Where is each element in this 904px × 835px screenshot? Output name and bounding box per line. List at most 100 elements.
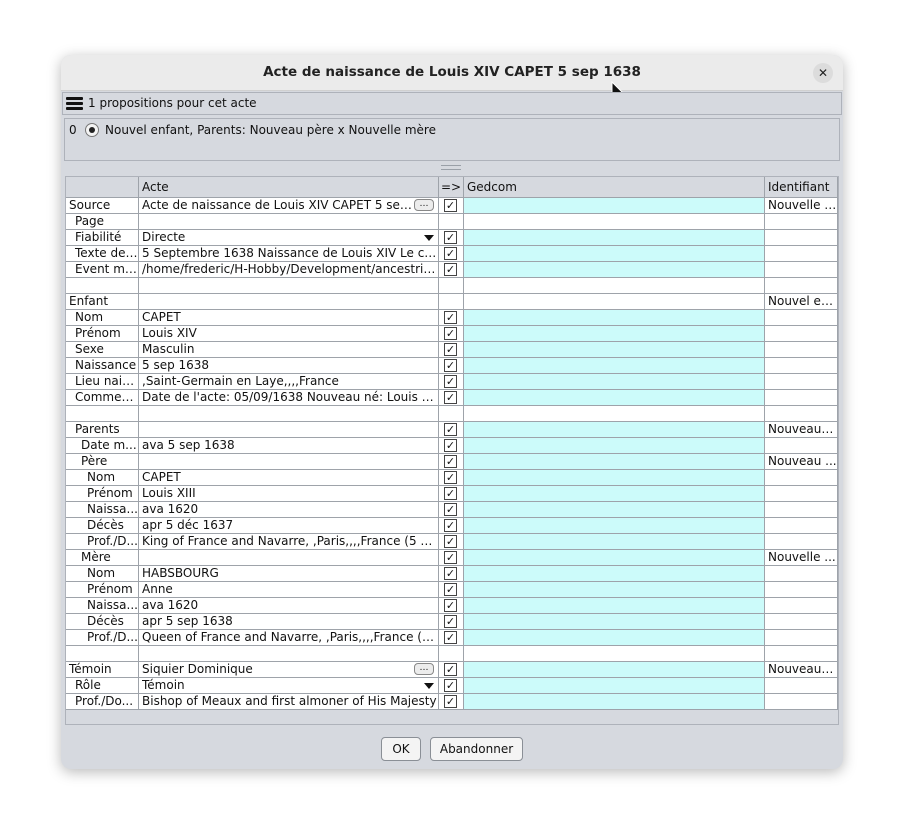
chevron-down-icon[interactable]	[424, 683, 434, 689]
gedcom-cell[interactable]	[464, 262, 765, 278]
column-header-gedcom[interactable]: Gedcom	[464, 177, 765, 198]
gedcom-cell[interactable]	[464, 246, 765, 262]
acte-value-cell[interactable]: Siquier Dominique…	[139, 662, 439, 678]
checkmark-icon[interactable]: ✓	[444, 343, 457, 356]
table-row[interactable]	[66, 406, 838, 422]
table-row[interactable]: Naissa... ava 1620 ✓	[66, 598, 838, 614]
checkmark-icon[interactable]: ✓	[444, 391, 457, 404]
acte-value-cell[interactable]	[139, 422, 439, 438]
acte-value-cell[interactable]	[139, 646, 439, 662]
table-row[interactable]: Naissa... ava 1620 ✓	[66, 502, 838, 518]
checkmark-icon[interactable]: ✓	[444, 471, 457, 484]
checkmark-icon[interactable]: ✓	[444, 535, 457, 548]
checkmark-icon[interactable]: ✓	[444, 567, 457, 580]
table-row[interactable]: Prof./Do... Bishop of Meaux and first alm…	[66, 694, 838, 710]
checkmark-icon[interactable]: ✓	[444, 359, 457, 372]
table-row[interactable]: Prénom Louis XIII ✓	[66, 486, 838, 502]
column-header-acte[interactable]: Acte	[139, 177, 439, 198]
acte-value-cell[interactable]: /home/frederic/H-Hobby/Development/ances…	[139, 262, 439, 278]
cancel-button[interactable]: Abandonner	[430, 737, 523, 761]
table-row[interactable]: Source Acte de naissance de Louis XIV CAP…	[66, 198, 838, 214]
chevron-down-icon[interactable]	[424, 235, 434, 241]
table-row[interactable]: Parents ✓ Nouveaux...	[66, 422, 838, 438]
table-row[interactable]: Prof./D... King of France and Navarre, ,P…	[66, 534, 838, 550]
table-row[interactable]: Mère ✓ Nouvelle ...	[66, 550, 838, 566]
checkmark-icon[interactable]: ✓	[444, 599, 457, 612]
gedcom-cell[interactable]	[464, 390, 765, 406]
table-row[interactable]: Père ✓ Nouveau ...	[66, 454, 838, 470]
acte-value-cell[interactable]: Témoin	[139, 678, 439, 694]
gedcom-cell[interactable]	[464, 662, 765, 678]
acte-value-cell[interactable]: HABSBOURG	[139, 566, 439, 582]
gedcom-cell[interactable]	[464, 598, 765, 614]
gedcom-cell[interactable]	[464, 614, 765, 630]
gedcom-cell[interactable]	[464, 502, 765, 518]
table-row[interactable]	[66, 646, 838, 662]
column-header-label[interactable]	[66, 177, 139, 198]
table-row[interactable]: Décès apr 5 déc 1637 ✓	[66, 518, 838, 534]
table-row[interactable]: Nom CAPET ✓	[66, 470, 838, 486]
checkmark-icon[interactable]: ✓	[444, 551, 457, 564]
title-bar[interactable]: Acte de naissance de Louis XIV CAPET 5 s…	[61, 55, 843, 91]
hamburger-menu-icon[interactable]	[66, 95, 83, 112]
table-row[interactable]: Nom HABSBOURG ✓	[66, 566, 838, 582]
acte-value-cell[interactable]	[139, 278, 439, 294]
close-button[interactable]: ✕	[813, 63, 833, 83]
checkmark-icon[interactable]: ✓	[444, 663, 457, 676]
acte-value-cell[interactable]: apr 5 déc 1637	[139, 518, 439, 534]
gedcom-cell[interactable]	[464, 358, 765, 374]
acte-value-cell[interactable]: CAPET	[139, 470, 439, 486]
gedcom-cell[interactable]	[464, 374, 765, 390]
acte-value-cell[interactable]: ava 1620	[139, 502, 439, 518]
acte-value-cell[interactable]	[139, 454, 439, 470]
gedcom-cell[interactable]	[464, 486, 765, 502]
gedcom-cell[interactable]	[464, 454, 765, 470]
gedcom-cell[interactable]	[464, 294, 765, 310]
checkmark-icon[interactable]: ✓	[444, 199, 457, 212]
column-header-identifiant[interactable]: Identifiant	[765, 177, 838, 198]
gedcom-cell[interactable]	[464, 678, 765, 694]
table-row[interactable]: Nom CAPET ✓	[66, 310, 838, 326]
checkmark-icon[interactable]: ✓	[444, 631, 457, 644]
gedcom-cell[interactable]	[464, 438, 765, 454]
column-header-transfer[interactable]: =>	[439, 177, 464, 198]
acte-value-cell[interactable]	[139, 214, 439, 230]
acte-value-cell[interactable]: Louis XIII	[139, 486, 439, 502]
gedcom-cell[interactable]	[464, 326, 765, 342]
acte-value-cell[interactable]	[139, 294, 439, 310]
checkmark-icon[interactable]: ✓	[444, 327, 457, 340]
checkmark-icon[interactable]: ✓	[444, 263, 457, 276]
acte-value-cell[interactable]: Directe	[139, 230, 439, 246]
table-row[interactable]: Décès apr 5 sep 1638 ✓	[66, 614, 838, 630]
checkmark-icon[interactable]: ✓	[444, 247, 457, 260]
checkmark-icon[interactable]: ✓	[444, 679, 457, 692]
table-row[interactable]: Rôle Témoin ✓	[66, 678, 838, 694]
table-row[interactable]: Prénom Anne ✓	[66, 582, 838, 598]
table-row[interactable]: Lieu naiss. ,Saint-Germain en Laye,,,,Fra…	[66, 374, 838, 390]
checkmark-icon[interactable]: ✓	[444, 615, 457, 628]
gedcom-cell[interactable]	[464, 470, 765, 486]
table-row[interactable]: Prof./D... Queen of France and Navarre, ,…	[66, 630, 838, 646]
checkmark-icon[interactable]: ✓	[444, 439, 457, 452]
checkmark-icon[interactable]: ✓	[444, 503, 457, 516]
acte-value-cell[interactable]: Queen of France and Navarre, ,Paris,,,,F…	[139, 630, 439, 646]
proposal-label[interactable]: Nouvel enfant, Parents: Nouveau père x N…	[105, 123, 436, 137]
gedcom-cell[interactable]	[464, 566, 765, 582]
checkmark-icon[interactable]: ✓	[444, 695, 457, 708]
checkmark-icon[interactable]: ✓	[444, 519, 457, 532]
checkmark-icon[interactable]: ✓	[444, 231, 457, 244]
gedcom-cell[interactable]	[464, 310, 765, 326]
table-row[interactable]	[66, 278, 838, 294]
table-row[interactable]: Date m... ava 5 sep 1638 ✓	[66, 438, 838, 454]
acte-value-cell[interactable]: Louis XIV	[139, 326, 439, 342]
table-row[interactable]: Page	[66, 214, 838, 230]
acte-value-cell[interactable]: Masculin	[139, 342, 439, 358]
acte-value-cell[interactable]: ,Saint-Germain en Laye,,,,France	[139, 374, 439, 390]
acte-value-cell[interactable]: Acte de naissance de Louis XIV CAPET 5 s…	[139, 198, 439, 214]
acte-value-cell[interactable]	[139, 406, 439, 422]
gedcom-cell[interactable]	[464, 518, 765, 534]
table-row[interactable]: Fiabilité Directe ✓	[66, 230, 838, 246]
gedcom-cell[interactable]	[464, 582, 765, 598]
acte-value-cell[interactable]	[139, 550, 439, 566]
ok-button[interactable]: OK	[381, 737, 421, 761]
